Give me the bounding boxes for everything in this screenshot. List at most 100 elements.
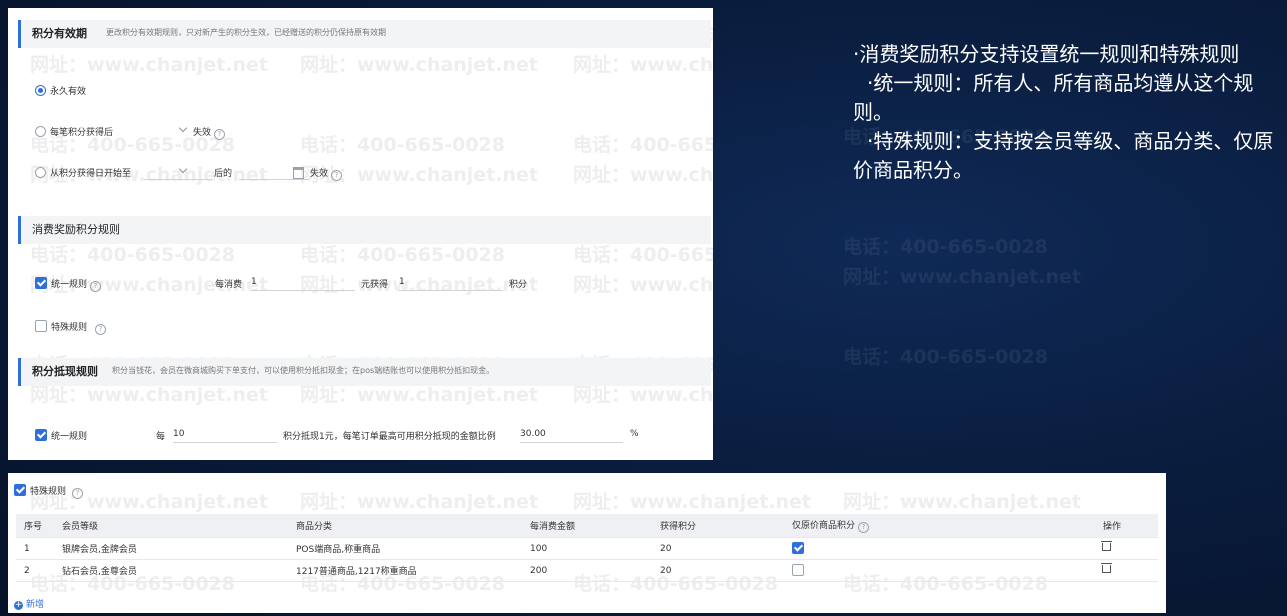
earn-points-input[interactable]: 1 xyxy=(399,274,503,291)
watermark-site: 网址：www.chanjet.net xyxy=(843,266,1081,288)
calendar-icon xyxy=(293,167,304,179)
watermark-site: 网址：www.chanjet.net xyxy=(573,491,811,513)
help-icon[interactable]: ? xyxy=(858,522,870,533)
validity-description: 更改积分有效期规则，只对新产生的积分生效，已经赠送的积分仍保持原有效期 xyxy=(106,28,386,37)
watermark-phone: 电话：400-665-0028 xyxy=(300,244,505,266)
table-row: 2 钻石会员,金尊会员 1217普通商品,1217称重商品 200 20 xyxy=(16,559,1158,582)
watermark-site: 网址：www.chanjet.net xyxy=(300,491,538,513)
watermark-site: 网址：www.chanjet.net xyxy=(573,164,713,186)
cell-level[interactable]: 钻石会员,金尊会员 xyxy=(54,559,288,582)
validity-option-from[interactable]: 从积分获得日开始至 xyxy=(35,166,131,179)
add-row-button[interactable]: + 新增 xyxy=(14,597,44,610)
cell-actions xyxy=(1066,559,1158,582)
cash-description: 积分当钱花，会员在微商城购买下单支付，可以使用积分抵扣现金；在pos端结账也可以… xyxy=(112,366,495,375)
table-header-row: 序号 会员等级 商品分类 每消费金额 获得积分 仅原价商品积分? 操作 xyxy=(16,514,1158,538)
points-unit: 积分 xyxy=(509,280,528,290)
option-label: 特殊规则 xyxy=(51,323,88,333)
cash-rate-text: 积分抵现1元，每笔订单最高可用积分抵现的金额比例 xyxy=(283,432,496,442)
percent-sign: % xyxy=(630,429,639,439)
watermark-site: 网址：www.chanjet.net xyxy=(30,54,268,76)
validity-from-mid: 后的 xyxy=(214,169,233,179)
points-settings-panel: 电话：400-665-0028 电话：400-665-0028 电话：400-6… xyxy=(8,8,713,460)
help-icon[interactable]: ? xyxy=(95,324,107,335)
cell-actions xyxy=(1066,537,1158,560)
cell-spend[interactable]: 200 xyxy=(522,559,652,582)
watermark-site: 网址：www.chanjet.net xyxy=(300,54,538,76)
col-header-points: 获得积分 xyxy=(652,514,784,538)
validity-date-picker[interactable] xyxy=(239,163,309,180)
cell-category[interactable]: 1217普通商品,1217称重商品 xyxy=(288,559,522,582)
col-header-original-only: 仅原价商品积分? xyxy=(784,514,1066,538)
help-icon[interactable]: ? xyxy=(331,170,343,181)
checkbox-unchecked[interactable] xyxy=(792,564,804,576)
checkbox-unchecked[interactable] xyxy=(35,320,47,332)
validity-period-select[interactable] xyxy=(136,122,188,138)
checkbox-checked[interactable] xyxy=(792,542,804,554)
help-icon[interactable]: ? xyxy=(72,488,84,499)
cash-title: 积分抵现规则 xyxy=(32,365,98,378)
watermark-site: 网址：www.chanjet.net xyxy=(573,54,713,76)
option-label: 统一规则 xyxy=(51,280,88,290)
cash-unified-rule[interactable]: 统一规则 xyxy=(35,429,87,442)
per-spend-label: 每消费 xyxy=(215,280,243,290)
radio-unselected[interactable] xyxy=(35,126,46,137)
cell-category[interactable]: POS端商品,称重商品 xyxy=(288,537,522,560)
caption-line-3: ·特殊规则：支持按会员等级、商品分类、仅原价商品积分。 xyxy=(853,129,1274,182)
cell-original-only xyxy=(784,559,1066,582)
validity-from-suffix: 失效? xyxy=(310,166,343,181)
special-rule-toggle[interactable]: 特殊规则? xyxy=(14,484,84,499)
watermark-site: 网址：www.chanjet.net xyxy=(843,491,1081,513)
consume-section-header: 消费奖励积分规则 xyxy=(18,216,711,244)
validity-option-each[interactable]: 每笔积分获得后 xyxy=(35,125,113,138)
cash-points-input[interactable]: 10 xyxy=(173,426,277,443)
col-header-spend: 每消费金额 xyxy=(522,514,652,538)
option-label: 统一规则 xyxy=(51,432,88,442)
col-header-no: 序号 xyxy=(16,514,54,538)
caption-line-2: ·统一规则：所有人、所有商品均遵从这个规则。 xyxy=(853,71,1254,124)
validity-option-forever[interactable]: 永久有效 xyxy=(35,84,86,97)
special-rules-table: 序号 会员等级 商品分类 每消费金额 获得积分 仅原价商品积分? 操作 1 银牌… xyxy=(16,514,1158,582)
special-rules-panel: 网址：www.chanjet.net 网址：www.chanjet.net 网址… xyxy=(8,473,1166,613)
option-label: 特殊规则 xyxy=(30,487,67,497)
cell-points[interactable]: 20 xyxy=(652,537,784,560)
trash-icon[interactable] xyxy=(1101,563,1112,573)
validity-until-select[interactable] xyxy=(144,163,212,180)
chevron-down-icon xyxy=(178,123,188,133)
watermark-phone: 电话：400-665-0028 xyxy=(30,244,235,266)
validity-section-header: 积分有效期 更改积分有效期规则，只对新产生的积分生效，已经赠送的积分仍保持原有效… xyxy=(18,20,711,48)
validity-each-suffix: 失效? xyxy=(193,125,226,140)
watermark-phone: 电话：400-665-0028 xyxy=(843,346,1048,368)
cell-spend[interactable]: 100 xyxy=(522,537,652,560)
add-row-label: 新增 xyxy=(26,600,45,610)
help-icon[interactable]: ? xyxy=(90,281,102,292)
watermark-phone: 电话：400-665-0028 xyxy=(573,134,713,156)
chevron-down-icon xyxy=(178,164,188,174)
checkbox-checked[interactable] xyxy=(14,484,26,496)
col-header-actions: 操作 xyxy=(1066,514,1158,538)
watermark-phone: 电话：400-665-0028 xyxy=(573,244,713,266)
watermark-phone: 电话：400-665-0028 xyxy=(300,134,505,156)
cell-points[interactable]: 20 xyxy=(652,559,784,582)
per-spend-input[interactable]: 1 xyxy=(251,274,355,291)
checkbox-checked[interactable] xyxy=(35,277,47,289)
checkbox-checked[interactable] xyxy=(35,429,47,441)
validity-title: 积分有效期 xyxy=(32,27,87,40)
consume-unified-rule[interactable]: 统一规则? xyxy=(35,277,102,292)
cell-no: 2 xyxy=(16,559,54,582)
cash-ratio-input[interactable]: 30.00 xyxy=(520,426,623,443)
plus-icon: + xyxy=(14,600,23,610)
help-icon[interactable]: ? xyxy=(214,129,226,140)
radio-unselected[interactable] xyxy=(35,167,46,178)
option-label: 永久有效 xyxy=(50,87,87,97)
trash-icon[interactable] xyxy=(1101,541,1112,551)
cell-no: 1 xyxy=(16,537,54,560)
col-header-level: 会员等级 xyxy=(54,514,288,538)
cell-original-only xyxy=(784,537,1066,560)
watermark-phone: 电话：400-665-0028 xyxy=(843,236,1048,258)
cash-each-label: 每 xyxy=(156,432,166,442)
option-label: 从积分获得日开始至 xyxy=(50,169,132,179)
radio-selected[interactable] xyxy=(35,85,46,96)
watermark-site: 网址：www.chanjet.net xyxy=(573,274,713,296)
cell-level[interactable]: 银牌会员,金牌会员 xyxy=(54,537,288,560)
consume-special-rule[interactable]: 特殊规则? xyxy=(35,320,107,335)
